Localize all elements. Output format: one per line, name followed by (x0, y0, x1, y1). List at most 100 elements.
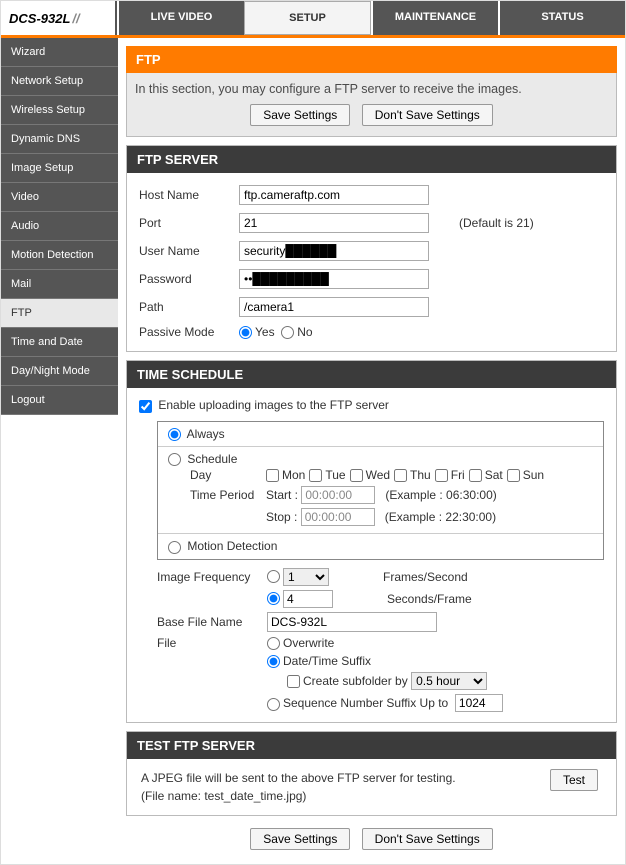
day-mon[interactable]: Mon (266, 468, 305, 482)
port-label: Port (139, 216, 239, 230)
port-hint: (Default is 21) (429, 216, 534, 230)
always-option[interactable]: Always (168, 427, 225, 441)
dont-save-settings-top-button[interactable]: Don't Save Settings (362, 104, 493, 126)
sequence-suffix-input[interactable] (455, 694, 503, 712)
day-label: Day (190, 468, 266, 482)
path-label: Path (139, 300, 239, 314)
content: FTP In this section, you may configure a… (118, 38, 625, 864)
test-line2: (File name: test_date_time.jpg) (141, 787, 456, 805)
day-thu[interactable]: Thu (394, 468, 431, 482)
test-line1: A JPEG file will be sent to the above FT… (141, 769, 456, 787)
test-ftp-text: A JPEG file will be sent to the above FT… (141, 769, 456, 805)
dont-save-settings-bottom-button[interactable]: Don't Save Settings (362, 828, 493, 850)
start-label: Start : (266, 488, 298, 502)
sequence-suffix-radio[interactable] (267, 698, 280, 711)
sidebar-item-mail[interactable]: Mail (1, 270, 118, 299)
passive-no-option[interactable]: No (281, 325, 312, 339)
user-name-input[interactable] (239, 241, 429, 261)
save-settings-bottom-button[interactable]: Save Settings (250, 828, 350, 850)
logo-slashes: // (70, 11, 79, 26)
host-name-input[interactable] (239, 185, 429, 205)
sidebar-item-network-setup[interactable]: Network Setup (1, 67, 118, 96)
spf-unit: Seconds/Frame (387, 592, 472, 606)
motion-detection-option[interactable]: Motion Detection (168, 539, 277, 553)
file-label: File (157, 636, 267, 650)
port-input[interactable] (239, 213, 429, 233)
enable-upload-checkbox[interactable] (139, 400, 152, 413)
save-settings-top-button[interactable]: Save Settings (250, 104, 350, 126)
day-fri[interactable]: Fri (435, 468, 465, 482)
fps-select[interactable]: 1 (283, 568, 329, 586)
image-frequency-label: Image Frequency (157, 570, 267, 584)
top-bar: DCS-932L // LIVE VIDEO SETUP MAINTENANCE… (1, 1, 625, 38)
fps-unit: Frames/Second (383, 570, 468, 584)
sidebar-item-time-and-date[interactable]: Time and Date (1, 328, 118, 357)
sequence-suffix-option[interactable]: Sequence Number Suffix Up to (267, 696, 448, 710)
product-name: DCS-932L (9, 11, 70, 26)
password-input[interactable] (239, 269, 429, 289)
time-schedule-heading: TIME SCHEDULE (127, 361, 616, 388)
create-subfolder-select[interactable]: 0.5 hour (411, 672, 487, 690)
passive-mode-label: Passive Mode (139, 325, 239, 339)
day-tue[interactable]: Tue (309, 468, 345, 482)
sidebar-item-day-night-mode[interactable]: Day/Night Mode (1, 357, 118, 386)
start-example: (Example : 06:30:00) (385, 488, 496, 502)
stop-example: (Example : 22:30:00) (385, 510, 496, 524)
base-file-name-label: Base File Name (157, 615, 267, 629)
sidebar-item-dynamic-dns[interactable]: Dynamic DNS (1, 125, 118, 154)
sidebar-item-wizard[interactable]: Wizard (1, 38, 118, 67)
intro-text: In this section, you may configure a FTP… (133, 78, 610, 104)
motion-detection-radio[interactable] (168, 541, 181, 554)
schedule-option[interactable]: Schedule (168, 452, 237, 466)
enable-upload-option[interactable]: Enable uploading images to the FTP serve… (139, 398, 389, 412)
ftp-server-heading: FTP SERVER (127, 146, 616, 173)
sidebar: Wizard Network Setup Wireless Setup Dyna… (1, 38, 118, 415)
page-title: FTP (126, 46, 617, 73)
date-time-suffix-radio[interactable] (267, 655, 280, 668)
tab-maintenance[interactable]: MAINTENANCE (371, 1, 498, 35)
passive-no-radio[interactable] (281, 326, 294, 339)
passive-yes-option[interactable]: Yes (239, 325, 275, 339)
test-button[interactable]: Test (550, 769, 598, 791)
time-period-label: Time Period (190, 488, 266, 502)
user-name-label: User Name (139, 244, 239, 258)
path-input[interactable] (239, 297, 429, 317)
spf-input[interactable] (283, 590, 333, 608)
day-wed[interactable]: Wed (350, 468, 390, 482)
sidebar-item-video[interactable]: Video (1, 183, 118, 212)
day-sat[interactable]: Sat (469, 468, 503, 482)
sidebar-item-image-setup[interactable]: Image Setup (1, 154, 118, 183)
date-time-suffix-option[interactable]: Date/Time Suffix (267, 654, 371, 668)
sidebar-item-logout[interactable]: Logout (1, 386, 118, 415)
ftp-server-panel: FTP SERVER Host Name Port (Default is 21… (126, 145, 617, 352)
spf-radio[interactable] (267, 592, 280, 605)
tab-live-video[interactable]: LIVE VIDEO (117, 1, 244, 35)
stop-label: Stop : (266, 510, 297, 524)
sidebar-item-motion-detection[interactable]: Motion Detection (1, 241, 118, 270)
passive-yes-radio[interactable] (239, 326, 252, 339)
host-name-label: Host Name (139, 188, 239, 202)
schedule-radio[interactable] (168, 453, 181, 466)
test-ftp-panel: TEST FTP SERVER A JPEG file will be sent… (126, 731, 617, 816)
create-subfolder-checkbox[interactable] (287, 675, 300, 688)
sidebar-item-ftp[interactable]: FTP (1, 299, 118, 328)
tab-status[interactable]: STATUS (498, 1, 625, 35)
main-tabs: LIVE VIDEO SETUP MAINTENANCE STATUS (117, 1, 625, 35)
start-time-input[interactable] (301, 486, 375, 504)
always-radio[interactable] (168, 428, 181, 441)
product-logo: DCS-932L // (1, 1, 117, 35)
create-subfolder-label: Create subfolder by (303, 674, 408, 688)
day-sun[interactable]: Sun (507, 468, 544, 482)
stop-time-input[interactable] (301, 508, 375, 526)
base-file-name-input[interactable] (267, 612, 437, 632)
schedule-mode-box: Always Schedule Day Mon Tue (157, 421, 604, 560)
overwrite-option[interactable]: Overwrite (267, 636, 334, 650)
sidebar-item-audio[interactable]: Audio (1, 212, 118, 241)
fps-radio[interactable] (267, 570, 280, 583)
time-schedule-panel: TIME SCHEDULE Enable uploading images to… (126, 360, 617, 723)
test-ftp-heading: TEST FTP SERVER (127, 732, 616, 759)
tab-setup[interactable]: SETUP (244, 1, 371, 35)
sidebar-item-wireless-setup[interactable]: Wireless Setup (1, 96, 118, 125)
password-label: Password (139, 272, 239, 286)
overwrite-radio[interactable] (267, 637, 280, 650)
